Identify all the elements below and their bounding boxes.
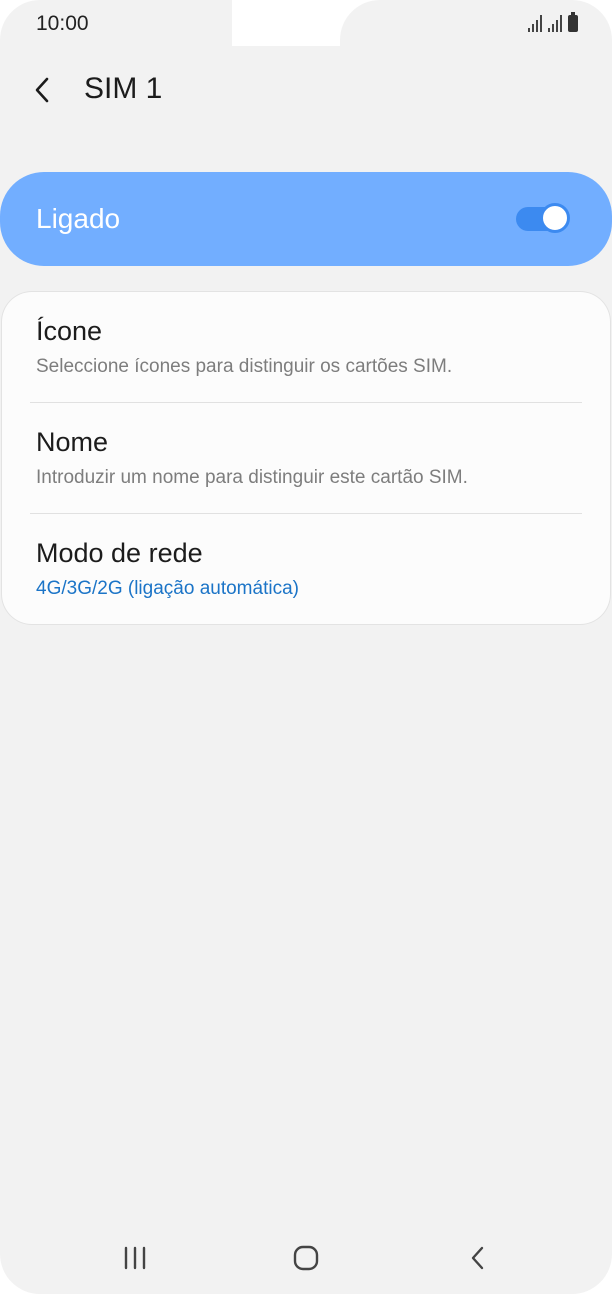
setting-item-subtitle: Seleccione ícones para distinguir os car… [36, 356, 453, 377]
back-icon [471, 1246, 484, 1270]
setting-item-title: Ícone [36, 316, 103, 346]
app-bar: SIM 1 [0, 62, 612, 118]
status-time: 10:00 [36, 12, 89, 35]
home-button[interactable] [281, 1238, 331, 1278]
system-back-button[interactable] [453, 1238, 503, 1278]
setting-item-subtitle: Introduzir um nome para distinguir este … [36, 467, 468, 488]
chevron-left-icon [35, 77, 49, 103]
settings-card: Ícone Seleccione ícones para distinguir … [2, 292, 610, 624]
toggle-thumb [540, 203, 570, 233]
navigation-bar [0, 1224, 612, 1294]
master-switch-label: Ligado [36, 203, 121, 234]
setting-item-subtitle: 4G/3G/2G (ligação automática) [36, 578, 299, 599]
home-icon [293, 1245, 319, 1271]
back-button[interactable] [24, 70, 60, 110]
setting-item-name[interactable]: Nome Introduzir um nome para distinguir … [2, 403, 610, 513]
phone-screen: 10:00 SIM 1 Ligado Ícone Seleccione ícon… [0, 0, 612, 1294]
setting-item-title: Modo de rede [36, 538, 203, 568]
master-toggle-switch[interactable] [516, 203, 572, 235]
setting-item-icon[interactable]: Ícone Seleccione ícones para distinguir … [2, 292, 610, 402]
setting-item-title: Nome [36, 427, 109, 457]
master-switch-bar[interactable]: Ligado [0, 172, 612, 266]
recents-icon [124, 1246, 146, 1270]
recents-button[interactable] [110, 1238, 160, 1278]
page-title: SIM 1 [84, 72, 163, 105]
signal-icon [528, 14, 542, 32]
setting-item-network-mode[interactable]: Modo de rede 4G/3G/2G (ligação automátic… [2, 514, 610, 624]
status-bar: 10:00 [0, 0, 612, 46]
battery-icon [568, 12, 578, 32]
signal-icon [548, 14, 562, 32]
status-icons [528, 12, 578, 32]
